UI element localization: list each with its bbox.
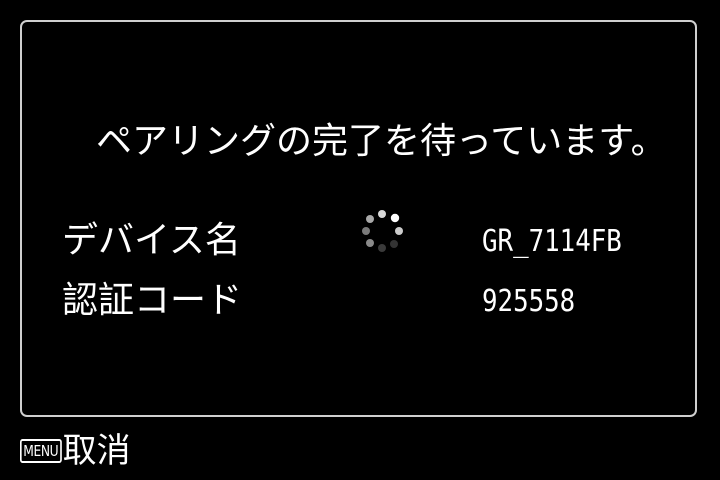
auth-code-label: 認証コード	[62, 280, 243, 321]
loading-spinner-icon	[362, 210, 403, 252]
cancel-button[interactable]: MENU 取消	[20, 432, 131, 470]
auth-code-value: 925558	[482, 284, 576, 319]
menu-key-icon: MENU	[20, 439, 62, 463]
pairing-status-message: ペアリングの完了を待っています。	[96, 121, 667, 162]
pairing-dialog: ペアリングの完了を待っています。 デバイス名 GR_7114FB 認証コード 9…	[20, 20, 697, 417]
device-name-value: GR_7114FB	[482, 224, 622, 259]
device-name-label: デバイス名	[62, 220, 241, 261]
cancel-label: 取消	[62, 431, 131, 471]
